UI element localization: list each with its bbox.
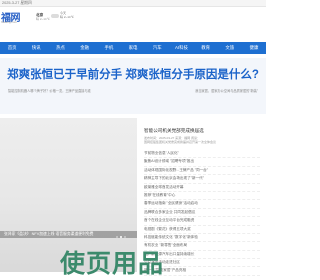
site-domain: fuwang.com [1, 20, 18, 24]
watermark-text: 使页用品 [60, 250, 165, 278]
cloud-icon [51, 13, 59, 18]
nav-item-health[interactable]: 健康 [242, 42, 266, 54]
date-text: 2025-3-27 星期四 [2, 1, 32, 5]
list-item[interactable]: 首个在线企业互动平台完成融资 [144, 217, 260, 226]
carousel-dot-active[interactable] [120, 236, 122, 238]
nav-item-auto[interactable]: 汽车 [145, 42, 169, 54]
crumb-right-link[interactable]: 我当家居，居家办公空间与品质家居的"新装" [195, 88, 258, 93]
nav-item-hot[interactable]: 热点 [48, 42, 72, 54]
main-nav: 首页 快讯 热点 金融 手机 家电 汽车 AI科技 教育 文旅 健康 [0, 42, 266, 54]
weather-widget: 今天 晴 2~14℃ [51, 11, 74, 19]
nav-item-flash[interactable]: 快讯 [24, 42, 48, 54]
nav-item-phone[interactable]: 手机 [97, 42, 121, 54]
headline-crumbs: 智能控制机器人哪个牌子好？价格一览，王牌产品直接与准 我当家居，居家办公空间与品… [0, 88, 266, 93]
list-item[interactable]: 春季运动指南 "全民健身"活动启动 [144, 200, 260, 209]
article-title[interactable]: 智能公司机关党部完成换届选 [144, 128, 204, 134]
nav-item-travel[interactable]: 文旅 [218, 42, 242, 54]
nav-item-home[interactable]: 首页 [0, 42, 24, 54]
city-temp: 晴 2~14℃ [36, 17, 50, 21]
carousel-dot[interactable] [116, 236, 118, 238]
carousel-dot[interactable] [124, 236, 126, 238]
nav-item-finance[interactable]: 金融 [73, 42, 97, 54]
nav-item-ai[interactable]: AI科技 [169, 42, 193, 54]
top-info-bar: 2025-3-27 星期四 [0, 0, 266, 7]
featured-caption[interactable]: 张译家《盈决》 NFV加速上线 语音服务渠道便利免费 [4, 232, 93, 237]
list-item[interactable]: 欧莱雅全球首发活动开幕 [144, 184, 260, 192]
headline-title: 郑爽张恒已于早前分手 郑爽张恒分手原因是什么? [7, 69, 259, 81]
list-item[interactable]: 品牌联合多家企业 共同发起倡议 [144, 209, 260, 218]
weather-sub: 晴 2~14℃ [60, 14, 74, 19]
list-item[interactable]: 精神主导下的北京会场出现了"新一代" [144, 175, 260, 184]
list-item[interactable]: 活动体现国际化视野...王牌产品 "同一台" [144, 167, 260, 176]
list-item[interactable]: 科技赋能传统文化 "数字化"新体验 [144, 234, 260, 243]
crumb-left-link[interactable]: 智能控制机器人哪个牌子好？价格一览，王牌产品直接与准 [8, 88, 91, 93]
list-item[interactable]: 节前物业信息"人民化" [144, 150, 260, 159]
nav-item-education[interactable]: 教育 [194, 42, 218, 54]
list-item[interactable]: 电视剧《繁花》获得五项大奖 [144, 226, 260, 234]
list-item[interactable]: 推荐"在线教育"中心 [144, 192, 260, 201]
article-desc: 国网控股集团机关党委完成换届并召开第一次全体会议 [144, 140, 217, 144]
nav-item-appliance[interactable]: 家电 [121, 42, 145, 54]
list-item[interactable]: 聚焦AI设计领域 "招聘专项"推出 [144, 158, 260, 167]
city-weather-box: 北京 晴 2~14℃ [36, 13, 50, 21]
